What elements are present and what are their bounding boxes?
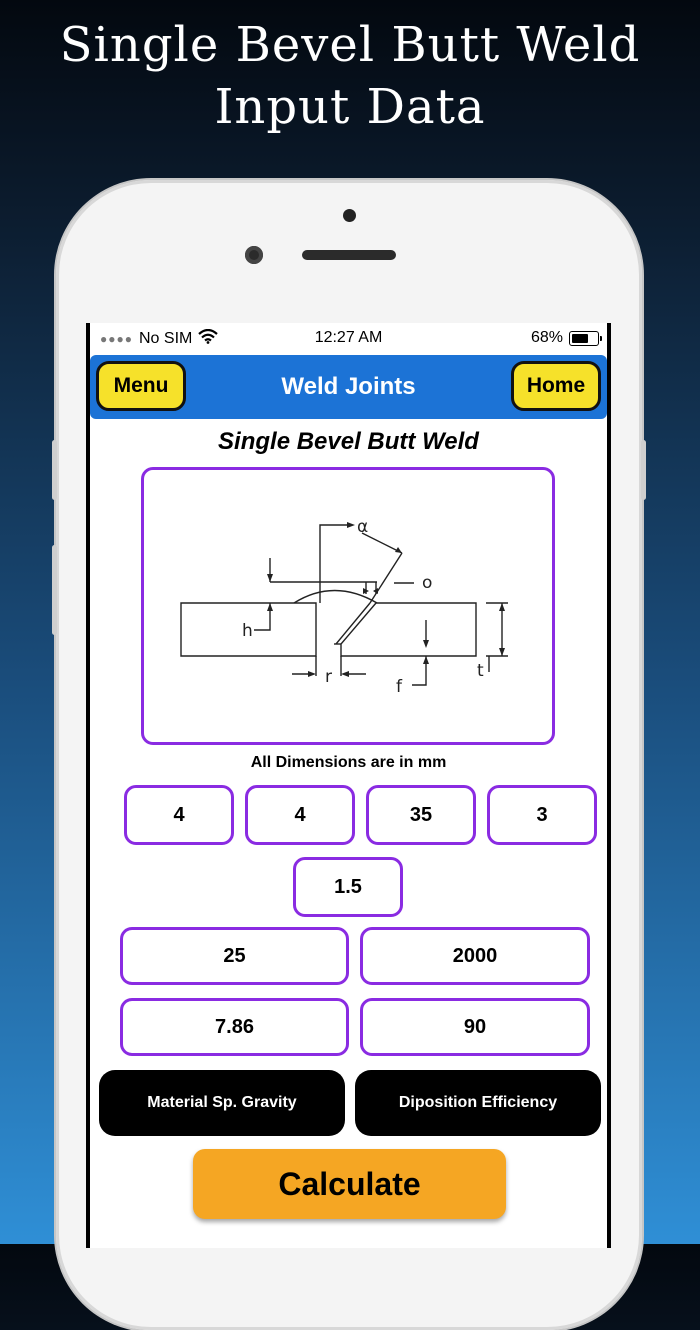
app-screen: ●●●● No SIM 12:27 AM 68% Menu Weld Joint…	[90, 323, 607, 1248]
home-button[interactable]: Home	[511, 361, 601, 411]
headline-subtitle: Input Data	[214, 79, 486, 135]
label-o: o	[422, 573, 432, 593]
input-deposition[interactable]: 90	[360, 998, 590, 1056]
weld-diagram: α o h r f t	[141, 467, 555, 745]
calculate-button[interactable]: Calculate	[193, 1149, 506, 1219]
label-h: h	[242, 621, 253, 641]
page-title: Single Bevel Butt Weld	[218, 428, 479, 455]
clock: 12:27 AM	[314, 329, 383, 346]
phone-speaker	[302, 250, 396, 260]
input-t[interactable]: 3	[487, 785, 597, 845]
phone-power-button	[641, 440, 646, 500]
input-sp-gravity[interactable]: 7.86	[120, 998, 349, 1056]
units-note: All Dimensions are in mm	[250, 754, 447, 771]
phone-side-button	[52, 440, 57, 500]
input-r[interactable]: 4	[245, 785, 355, 845]
input-f[interactable]: 1.5	[293, 857, 403, 917]
input-o[interactable]: 25	[120, 927, 349, 985]
headline-title: Single Bevel Butt Weld	[59, 17, 641, 73]
phone-sensor	[343, 209, 356, 222]
input-h[interactable]: 4	[124, 785, 234, 845]
sp-gravity-button[interactable]: Material Sp. Gravity	[99, 1070, 345, 1136]
weld-diagram-drawing: α o h r f t	[180, 517, 508, 697]
phone-screen: ●●●● No SIM 12:27 AM 68% Menu Weld Joint…	[86, 323, 611, 1248]
label-alpha: α	[357, 517, 368, 537]
label-t: t	[477, 661, 484, 681]
label-r: r	[325, 667, 332, 687]
phone-camera	[245, 246, 263, 264]
input-alpha[interactable]: 35	[366, 785, 476, 845]
phone-volume-button	[52, 545, 57, 635]
battery-percent: 68%	[530, 329, 563, 346]
deposition-efficiency-button[interactable]: Diposition Efficiency	[355, 1070, 601, 1136]
label-f: f	[396, 677, 403, 697]
battery-icon	[569, 330, 602, 346]
nav-bar: Menu Weld Joints Home	[90, 355, 607, 419]
input-length[interactable]: 2000	[360, 927, 590, 985]
status-bar: ●●●● No SIM 12:27 AM 68%	[90, 323, 607, 353]
